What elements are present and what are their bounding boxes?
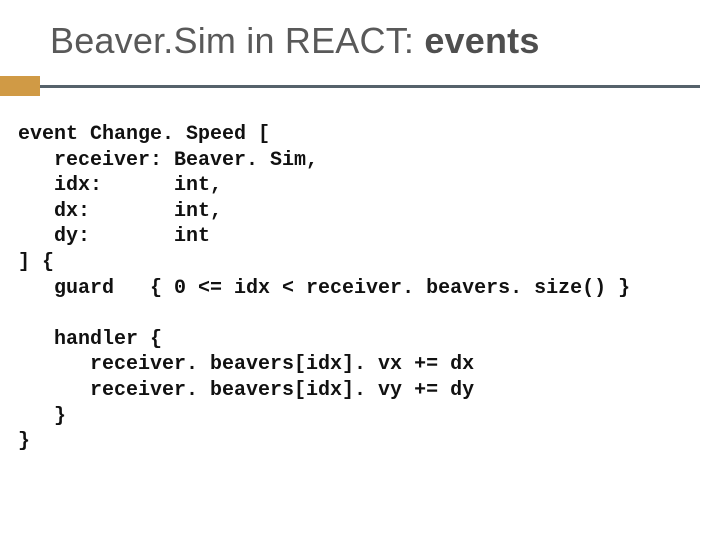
code-line: handler { — [18, 328, 162, 351]
code-line: ] { — [18, 251, 54, 274]
code-line: } — [18, 405, 66, 428]
slide: Beaver.Sim in REACT: events event Change… — [0, 0, 720, 540]
code-line: guard { 0 <= idx < receiver. beavers. si… — [18, 277, 630, 300]
title-part1: Beaver.Sim in REACT: — [50, 20, 424, 61]
code-line: idx: int, — [18, 174, 222, 197]
accent-block — [0, 76, 40, 96]
code-line: dx: int, — [18, 200, 222, 223]
code-line: event Change. Speed [ — [18, 123, 270, 146]
title-divider — [0, 76, 720, 96]
code-line: receiver: Beaver. Sim, — [18, 149, 318, 172]
code-line: receiver. beavers[idx]. vy += dy — [18, 379, 474, 402]
horizontal-rule — [40, 85, 700, 88]
code-line: dy: int — [18, 225, 210, 248]
page-title: Beaver.Sim in REACT: events — [0, 0, 720, 62]
code-line: } — [18, 430, 30, 453]
title-part2: events — [424, 20, 539, 61]
code-block: event Change. Speed [ receiver: Beaver. … — [0, 96, 720, 455]
code-line: receiver. beavers[idx]. vx += dx — [18, 353, 474, 376]
